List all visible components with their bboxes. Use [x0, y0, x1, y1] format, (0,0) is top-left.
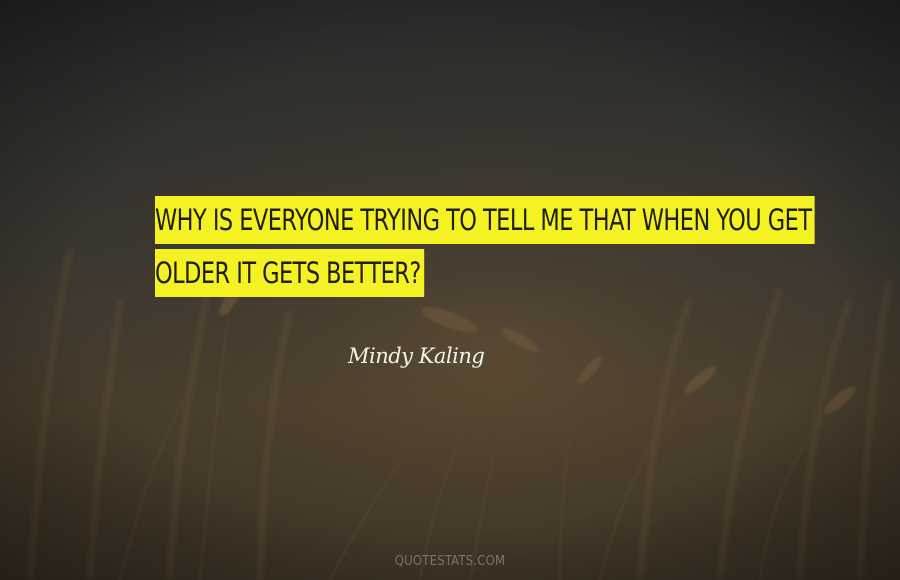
quote-line-2-text: OLDER IT GETS BETTER? [155, 249, 425, 297]
watermark: QUOTESTATS.COM [394, 554, 506, 569]
quote-text: WHY IS EVERYONE TRYING TO TELL ME THAT W… [155, 196, 815, 297]
quote-line-1: WHY IS EVERYONE TRYING TO TELL ME THAT W… [155, 196, 815, 244]
quote-line-2: OLDER IT GETS BETTER? [155, 249, 755, 297]
quote-line-1-text: WHY IS EVERYONE TRYING TO TELL ME THAT W… [155, 196, 815, 244]
author-name: Mindy Kaling [348, 344, 485, 368]
